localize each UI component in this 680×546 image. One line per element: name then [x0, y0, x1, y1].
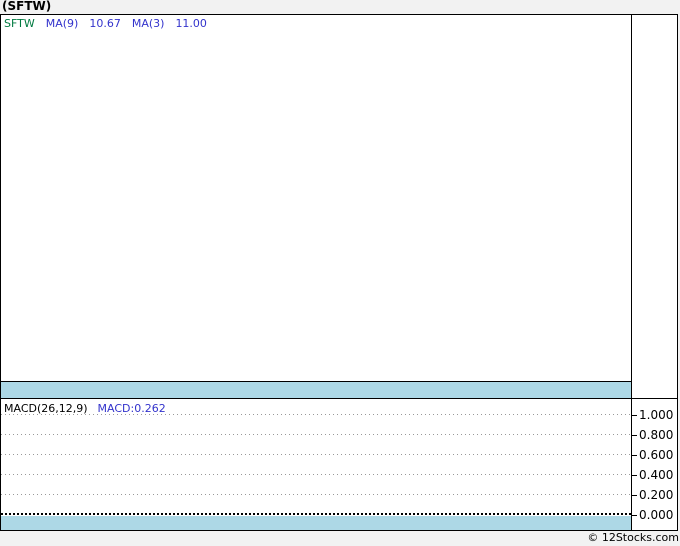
- stock-chart-page: (SFTW) SFTW MA(9) 10.67 MA(3) 11.00 MACD(26,…: [0, 0, 680, 546]
- axis-row: 0.400: [632, 468, 673, 482]
- price-legend: SFTW MA(9) 10.67 MA(3) 11.00: [4, 18, 218, 30]
- ma9-value: 10.67: [89, 17, 121, 30]
- axis-row: 1.000: [632, 408, 673, 422]
- ticker-symbol-label: SFTW: [4, 17, 35, 30]
- ma9-label: MA(9): [45, 17, 79, 30]
- ma3-label: MA(3): [131, 17, 165, 30]
- ma3-value: 11.00: [175, 17, 207, 30]
- gridline-1.000: [1, 414, 631, 415]
- price-plot-area[interactable]: SFTW MA(9) 10.67 MA(3) 11.00: [1, 15, 631, 382]
- axis-row: 0.800: [632, 428, 673, 442]
- date-axis-band-bottom: [1, 516, 631, 530]
- gridline-0.400: [1, 474, 631, 475]
- axis-row: 0.200: [632, 488, 673, 502]
- axis-divider-line: [631, 15, 632, 530]
- axis-tick-label: 1.000: [639, 408, 674, 422]
- date-axis-band-top: [1, 382, 631, 398]
- axis-tick-label: 0.000: [639, 508, 674, 522]
- axis-tick-label: 0.400: [639, 468, 674, 482]
- axis-tick-label: 0.600: [639, 448, 674, 462]
- axis-tick-label: 0.200: [639, 488, 674, 502]
- chart-frame: SFTW MA(9) 10.67 MA(3) 11.00 MACD(26,12,9) MA…: [0, 14, 678, 531]
- gridline-0.600: [1, 454, 631, 455]
- page-title: (SFTW): [2, 0, 52, 13]
- macd-y-axis: 1.000 0.800 0.600 0.400 0.200 0.000: [632, 15, 678, 530]
- axis-tick-label: 0.800: [639, 428, 674, 442]
- axis-row: 0.000: [632, 508, 673, 522]
- copyright-text: © 12Stocks.com: [587, 531, 679, 544]
- gridline-0.200: [1, 494, 631, 495]
- macd-plot-area[interactable]: MACD(26,12,9) MACD:0.262: [1, 399, 631, 516]
- gridline-0.800: [1, 434, 631, 435]
- gridline-zero: [1, 513, 631, 515]
- axis-row: 0.600: [632, 448, 673, 462]
